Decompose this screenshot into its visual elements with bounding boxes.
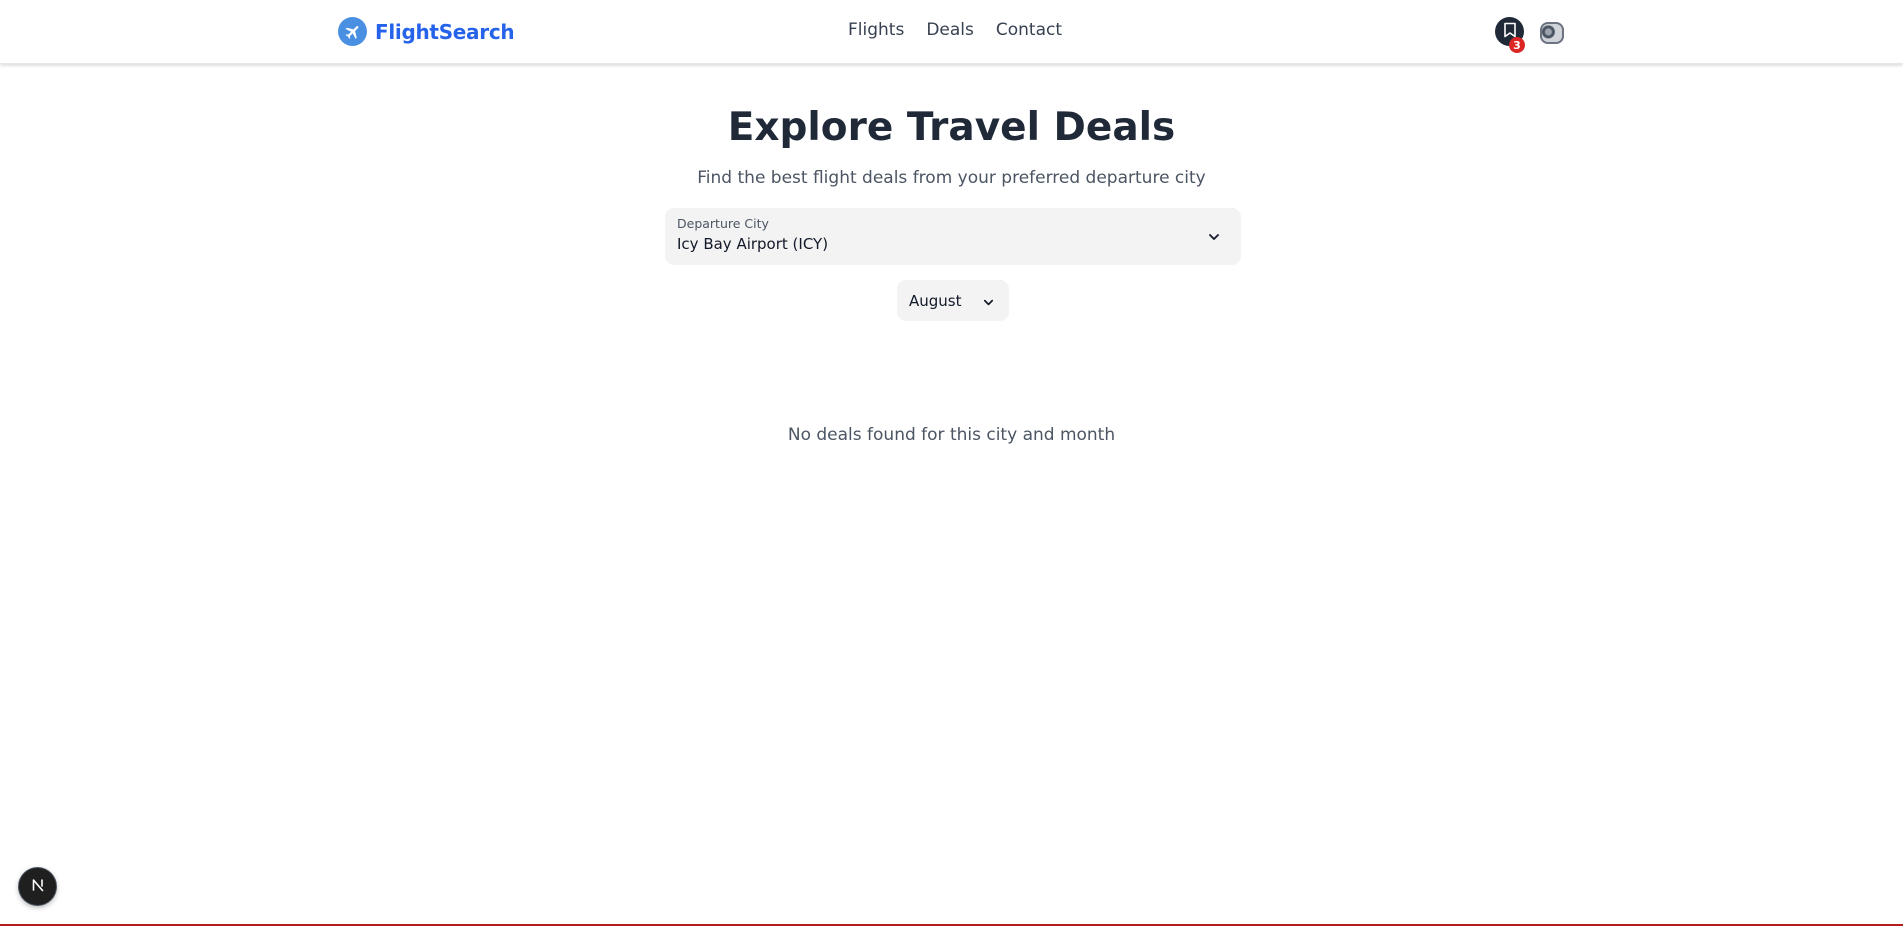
- nav-link-deals[interactable]: Deals: [926, 20, 974, 40]
- next-logo-icon: [29, 876, 47, 898]
- page-subtitle: Find the best flight deals from your pre…: [697, 168, 1206, 188]
- month-select[interactable]: August: [897, 280, 1009, 321]
- saved-count-badge: 3: [1509, 37, 1525, 53]
- departure-city-select[interactable]: Departure City Icy Bay Airport (ICY): [665, 208, 1241, 265]
- next-dev-indicator-button[interactable]: [19, 868, 56, 905]
- chevron-down-icon: [1207, 229, 1221, 248]
- user-avatar[interactable]: [1540, 22, 1564, 44]
- main-nav: Flights Deals Contact: [848, 20, 1062, 40]
- brand-name: FlightSearch: [375, 19, 515, 44]
- airplane-icon: [338, 17, 367, 46]
- top-header: FlightSearch Flights Deals Contact 3: [0, 0, 1903, 64]
- departure-city-label: Departure City: [677, 216, 769, 231]
- nav-link-flights[interactable]: Flights: [848, 20, 904, 40]
- empty-state-message: No deals found for this city and month: [787, 425, 1116, 445]
- departure-city-value: Icy Bay Airport (ICY): [677, 235, 829, 253]
- nav-link-contact[interactable]: Contact: [996, 20, 1062, 40]
- page-title: Explore Travel Deals: [727, 105, 1176, 150]
- brand-logo-link[interactable]: FlightSearch: [338, 17, 515, 46]
- month-value: August: [909, 292, 962, 310]
- chevron-down-icon: [982, 294, 995, 313]
